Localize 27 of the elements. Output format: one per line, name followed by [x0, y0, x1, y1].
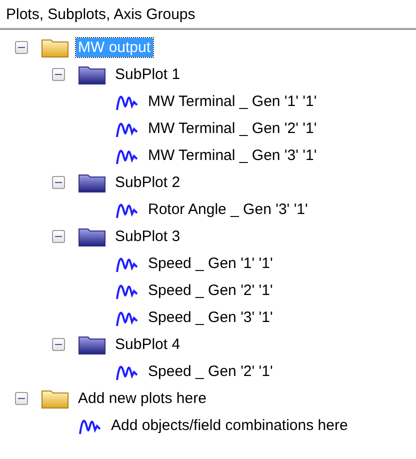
tree-item[interactable]: MW Terminal _ Gen '3' '1' [146, 146, 319, 165]
tree-item[interactable]: Speed _ Gen '1' '1' [146, 254, 275, 273]
tree-item[interactable]: Rotor Angle _ Gen '3' '1' [146, 200, 310, 219]
collapse-toggle[interactable] [52, 338, 65, 351]
collapse-toggle[interactable] [52, 176, 65, 189]
tree-item[interactable]: Add new plots here [76, 389, 208, 408]
tree-item[interactable]: Speed _ Gen '3' '1' [146, 308, 275, 327]
tree-item[interactable]: Speed _ Gen '2' '1' [146, 362, 275, 381]
collapse-toggle[interactable] [15, 392, 28, 405]
folder-icon [41, 38, 69, 58]
collapse-toggle[interactable] [52, 68, 65, 81]
folder-icon [41, 388, 69, 408]
folder-icon [78, 226, 106, 246]
collapse-toggle[interactable] [15, 41, 28, 54]
tree-item[interactable]: MW Terminal _ Gen '2' '1' [146, 119, 319, 138]
tree-item[interactable]: MW Terminal _ Gen '1' '1' [146, 92, 319, 111]
tree-item[interactable]: Speed _ Gen '2' '1' [146, 281, 275, 300]
tree-item[interactable]: Add objects/field combinations here [109, 416, 350, 435]
tree-item[interactable]: SubPlot 3 [113, 227, 182, 246]
folder-icon [78, 172, 106, 192]
folder-icon [78, 334, 106, 354]
folder-icon [78, 64, 106, 84]
collapse-toggle[interactable] [52, 230, 65, 243]
panel-title: Plots, Subplots, Axis Groups [6, 6, 196, 22]
tree-item[interactable]: SubPlot 4 [113, 335, 182, 354]
tree-item[interactable]: SubPlot 1 [113, 65, 182, 84]
tree-item[interactable]: SubPlot 2 [113, 173, 182, 192]
